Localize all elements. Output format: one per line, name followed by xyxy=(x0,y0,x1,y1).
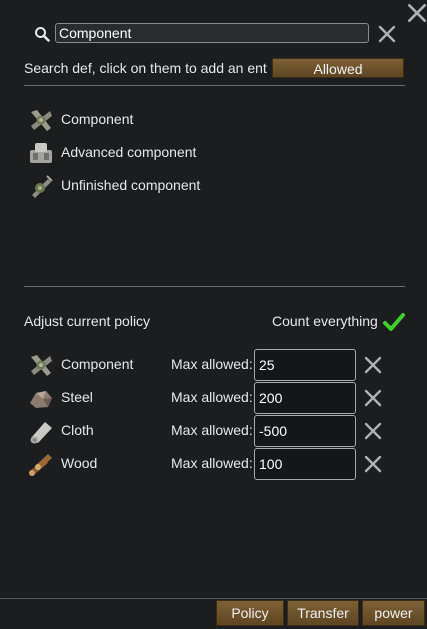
policy-row-name: Steel xyxy=(61,389,93,405)
policy-row-name: Cloth xyxy=(61,422,94,438)
remove-policy-button[interactable] xyxy=(363,421,383,441)
close-icon xyxy=(407,3,427,23)
divider xyxy=(24,286,405,287)
steel-icon xyxy=(30,391,52,408)
tab-policy[interactable]: Policy xyxy=(216,600,284,626)
cloth-icon xyxy=(30,422,52,444)
policy-row-wood: Wood Max allowed: xyxy=(0,448,427,481)
max-allowed-input[interactable] xyxy=(254,349,356,381)
remove-policy-button[interactable] xyxy=(363,454,383,474)
def-item-label: Unfinished component xyxy=(61,177,201,193)
tab-power[interactable]: power xyxy=(362,600,425,626)
policy-row-name: Wood xyxy=(61,455,98,471)
search-input[interactable] xyxy=(55,23,369,43)
clear-icon xyxy=(378,25,396,43)
policy-row-steel: Steel Max allowed: xyxy=(0,382,427,415)
clear-search-button[interactable] xyxy=(377,24,397,44)
component-icon xyxy=(31,110,52,131)
max-allowed-label: Max allowed: xyxy=(171,422,253,438)
max-allowed-label: Max allowed: xyxy=(171,455,253,471)
remove-policy-button[interactable] xyxy=(363,355,383,375)
def-item-label: Component xyxy=(61,111,134,127)
search-icon xyxy=(35,27,50,42)
policy-row-name: Component xyxy=(61,356,134,372)
policy-row-cloth: Cloth Max allowed: xyxy=(0,415,427,448)
max-allowed-label: Max allowed: xyxy=(171,356,253,372)
advanced-component-icon xyxy=(30,143,52,163)
search-hint: Search def, click on them to add an ent xyxy=(24,60,267,76)
checkmark-icon[interactable] xyxy=(382,310,406,334)
close-icon xyxy=(364,455,382,473)
tab-transfer[interactable]: Transfer xyxy=(287,600,359,626)
max-allowed-input[interactable] xyxy=(254,415,356,447)
policy-title: Adjust current policy xyxy=(24,313,151,329)
component-icon xyxy=(31,355,52,376)
max-allowed-label: Max allowed: xyxy=(171,389,253,405)
allowed-mode-button[interactable]: Allowed xyxy=(272,58,404,78)
close-window-button[interactable] xyxy=(406,2,427,24)
policy-row-component: Component Max allowed: xyxy=(0,349,427,382)
wood-icon xyxy=(29,454,52,476)
remove-policy-button[interactable] xyxy=(363,388,383,408)
max-allowed-input[interactable] xyxy=(254,382,356,414)
max-allowed-input[interactable] xyxy=(254,448,356,480)
def-item-label: Advanced component xyxy=(61,144,197,160)
close-icon xyxy=(364,422,382,440)
close-icon xyxy=(364,356,382,374)
unfinished-component-icon xyxy=(32,175,53,198)
close-icon xyxy=(364,389,382,407)
divider xyxy=(24,85,405,86)
count-everything-label: Count everything xyxy=(272,313,378,329)
bottom-divider xyxy=(0,598,427,599)
